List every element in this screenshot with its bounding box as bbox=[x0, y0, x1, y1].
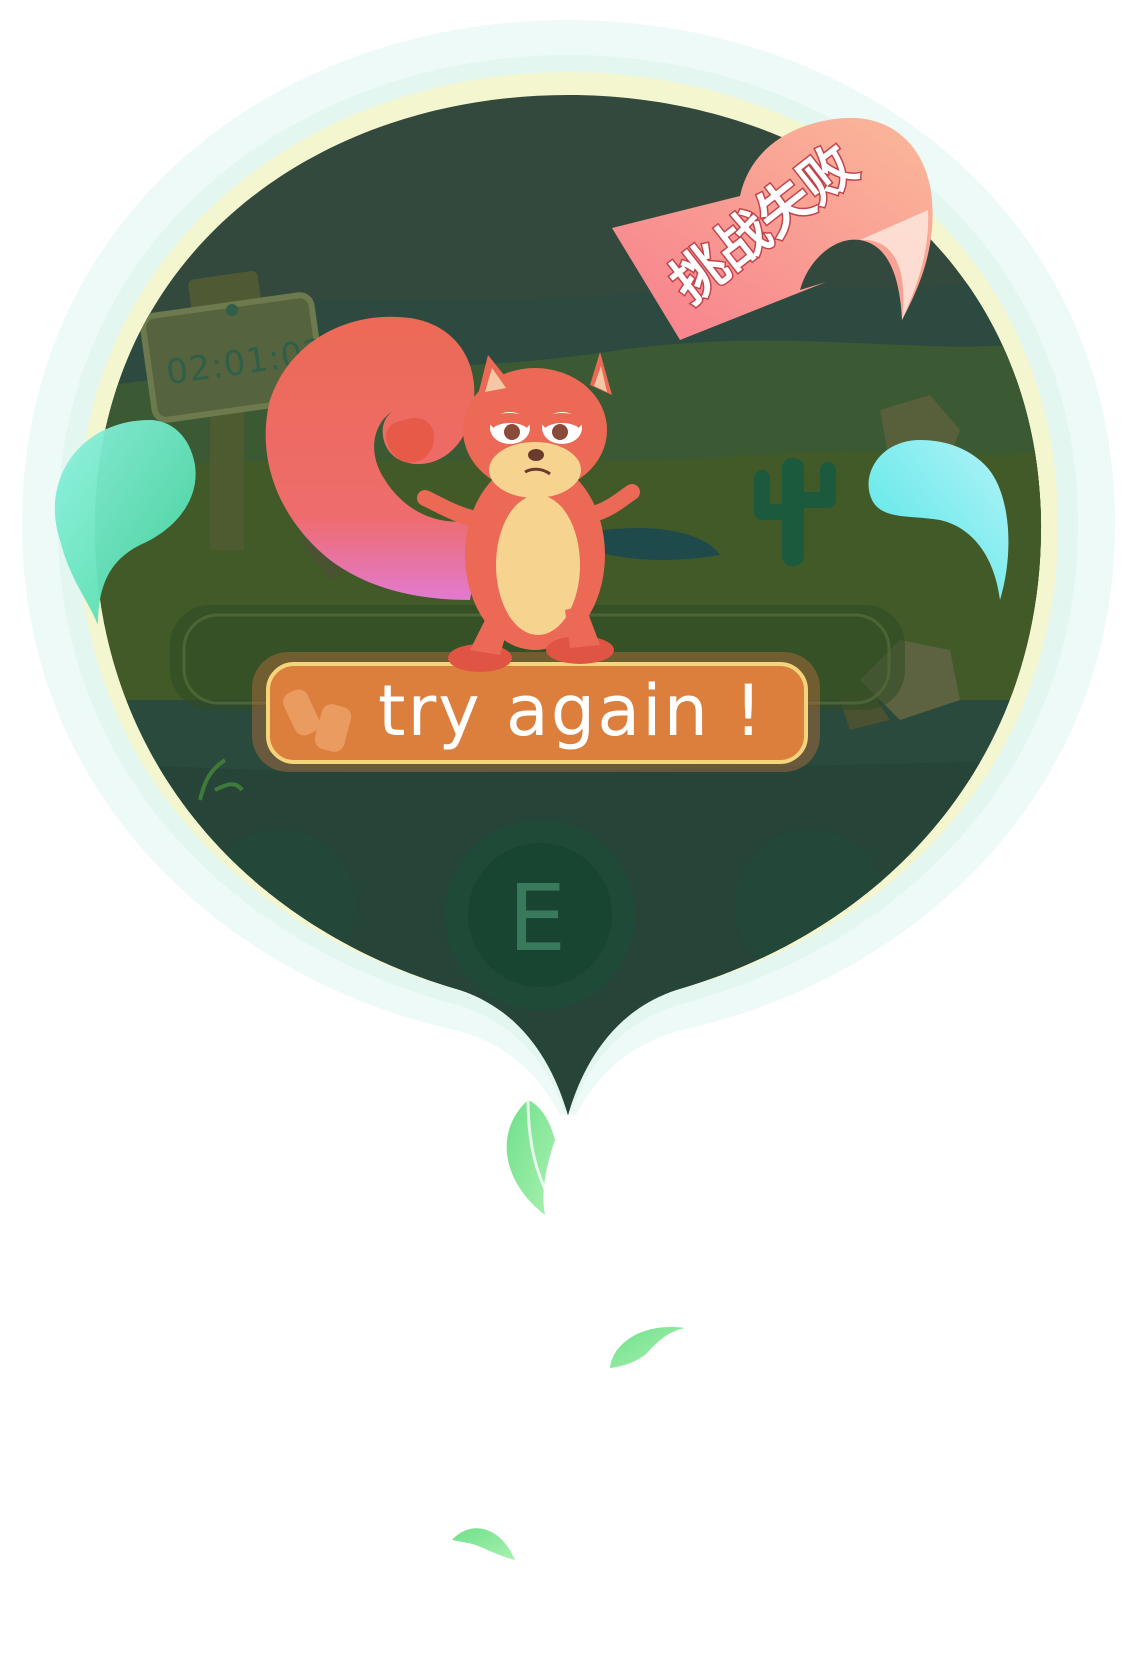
try-again-label: try again ! bbox=[378, 670, 764, 752]
leaf-icon bbox=[506, 1099, 562, 1216]
key-e-label: E bbox=[508, 865, 566, 972]
game-over-screen: 02:01:02 E 挑战失败 try again ! bbox=[21, 20, 1116, 1560]
leaf-icon bbox=[610, 1327, 685, 1368]
leaf-icon bbox=[452, 1528, 515, 1560]
try-again-button[interactable]: try again ! bbox=[252, 652, 820, 772]
stopwatch-icon bbox=[226, 304, 238, 316]
